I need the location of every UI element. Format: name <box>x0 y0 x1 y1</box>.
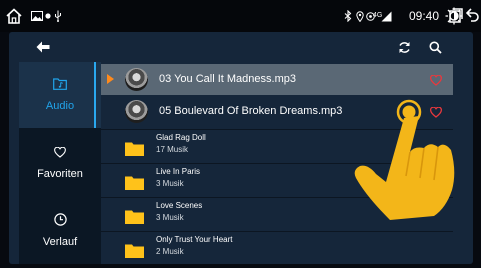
folder-count: 3 Musik <box>156 179 184 188</box>
folder-name: Love Scenes <box>156 201 203 210</box>
track-title: 05 Boulevard Of Broken Dreams.mp3 <box>159 105 343 117</box>
sidebar-item-label: Favoriten <box>37 168 83 180</box>
dot-icon <box>45 0 51 32</box>
folder-name: Glad Rag Doll <box>156 133 206 142</box>
media-list: 03 You Call It Madness.mp3 05 Boulevard … <box>101 62 453 264</box>
track-row[interactable]: 05 Boulevard Of Broken Dreams.mp3 <box>101 96 453 127</box>
track-title: 03 You Call It Madness.mp3 <box>159 73 296 85</box>
status-bar: 4G 09:40 <box>0 0 481 32</box>
heart-outline-icon <box>54 145 66 163</box>
sidebar-item-favoriten[interactable]: Favoriten <box>19 130 101 196</box>
source-sidebar: Audio Favoriten Verlauf <box>19 62 101 264</box>
gallery-icon <box>31 0 43 32</box>
location-icon <box>356 0 364 32</box>
clock-icon <box>53 213 67 231</box>
folder-icon <box>125 141 144 161</box>
sidebar-item-label: Audio <box>45 100 75 112</box>
active-indicator <box>94 62 96 128</box>
home-icon[interactable] <box>5 0 23 32</box>
folder-count: 3 Musik <box>156 213 184 222</box>
folder-row[interactable]: Glad Rag Doll 17 Musik <box>101 129 453 162</box>
music-folder-icon <box>53 77 67 95</box>
back-arrow-icon[interactable] <box>31 36 55 58</box>
sidebar-item-audio[interactable]: Audio <box>19 62 101 128</box>
folder-row[interactable]: Live In Paris 3 Musik <box>101 163 453 196</box>
folder-name: Live In Paris <box>156 167 201 176</box>
folder-icon <box>125 175 144 195</box>
sidebar-item-verlauf[interactable]: Verlauf <box>19 198 101 264</box>
track-row[interactable]: 03 You Call It Madness.mp3 <box>101 64 453 95</box>
folder-count: 17 Musik <box>156 145 189 154</box>
folder-icon <box>125 243 144 263</box>
repeat-icon[interactable] <box>392 36 416 58</box>
album-art <box>125 100 148 123</box>
anchor <box>417 0 418 1</box>
usb-icon <box>54 0 62 32</box>
search-icon[interactable] <box>423 36 447 58</box>
clock: 09:40 <box>409 9 440 23</box>
back-icon[interactable] <box>465 8 479 27</box>
sidebar-item-label: Verlauf <box>42 236 78 248</box>
folder-name: Only Trust Your Heart <box>156 235 233 244</box>
folder-row[interactable]: Only Trust Your Heart 2 Musik <box>101 231 453 264</box>
music-player: Audio Favoriten Verlauf 03 You Call It M… <box>9 32 473 264</box>
folder-count: 2 Musik <box>156 247 184 256</box>
recent-apps-icon[interactable] <box>449 8 463 28</box>
player-toolbar <box>9 32 473 62</box>
album-art <box>125 68 148 91</box>
now-playing-icon <box>107 74 114 84</box>
bluetooth-icon <box>344 0 352 32</box>
favorite-heart-icon[interactable] <box>430 105 442 123</box>
folder-row[interactable]: Love Scenes 3 Musik <box>101 197 453 230</box>
signal-icon <box>381 0 392 32</box>
folder-icon <box>125 209 144 229</box>
favorite-heart-icon[interactable] <box>430 73 442 91</box>
